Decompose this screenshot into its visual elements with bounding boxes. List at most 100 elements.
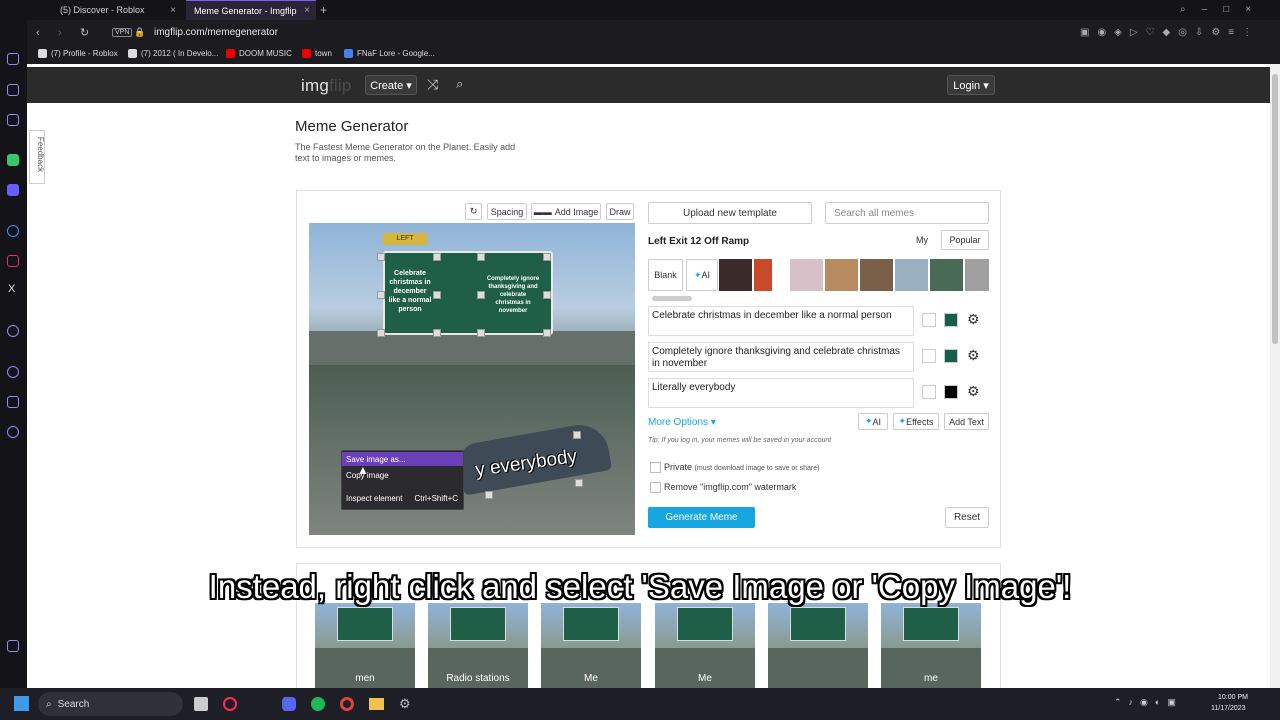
messenger-icon[interactable]: [7, 225, 19, 237]
text-box-3[interactable]: Literally everybody: [648, 378, 914, 408]
gallery-thumb[interactable]: Radio stations: [428, 603, 528, 689]
gallery-thumb[interactable]: [768, 603, 868, 689]
taskbar-search[interactable]: ⌕ Search: [38, 692, 183, 716]
resize-handle[interactable]: [485, 491, 493, 499]
clock-time[interactable]: 10:00 PM: [1218, 694, 1248, 701]
resize-handle[interactable]: [543, 253, 551, 261]
text-color-swatch[interactable]: [944, 385, 958, 399]
search-memes-input[interactable]: Search all memes: [825, 202, 989, 224]
sidebar-icon[interactable]: [7, 325, 19, 337]
ai-text-button[interactable]: ✦ AI: [858, 413, 888, 430]
settings-icon[interactable]: ⚙: [399, 696, 411, 712]
resize-handle[interactable]: [575, 479, 583, 487]
window-controls[interactable]: ⌕–□×: [1180, 4, 1267, 15]
x-icon[interactable]: X: [8, 283, 15, 295]
draw-button[interactable]: Draw: [606, 203, 634, 220]
spotify-icon[interactable]: [311, 697, 325, 711]
sidebar-icon[interactable]: [7, 84, 19, 96]
text-color-swatch[interactable]: [944, 313, 958, 327]
gallery-thumb[interactable]: men: [315, 603, 415, 689]
vpn-badge[interactable]: VPN: [112, 28, 133, 37]
template-thumb[interactable]: [895, 259, 928, 291]
template-thumb[interactable]: [930, 259, 963, 291]
box-icon[interactable]: [7, 396, 19, 408]
effects-button[interactable]: ✦ Effects: [893, 413, 939, 430]
template-thumb[interactable]: [965, 259, 989, 291]
sidebar-icon[interactable]: [7, 53, 19, 65]
gear-icon[interactable]: ⚙: [967, 311, 980, 328]
search-icon[interactable]: ⌕: [456, 76, 463, 92]
whatsapp-icon[interactable]: [7, 154, 19, 166]
clock-date[interactable]: 11/17/2023: [1211, 705, 1246, 712]
text-box-1[interactable]: Celebrate christmas in december like a n…: [648, 306, 914, 336]
instagram-icon[interactable]: [7, 255, 19, 267]
taskbar-app-icon[interactable]: [194, 697, 208, 711]
resize-handle[interactable]: [477, 291, 485, 299]
resize-handle[interactable]: [543, 329, 551, 337]
private-checkbox[interactable]: [650, 462, 661, 473]
more-options-link[interactable]: More Options ▾: [648, 417, 716, 428]
resize-handle[interactable]: [377, 253, 385, 261]
imgflip-logo[interactable]: imgflip: [301, 76, 352, 96]
close-icon[interactable]: ×: [304, 5, 310, 16]
ai-template-button[interactable]: ✦ AI: [686, 259, 718, 291]
opera-gx-icon[interactable]: [223, 697, 237, 711]
resize-handle[interactable]: [477, 329, 485, 337]
back-icon[interactable]: ‹: [36, 27, 40, 39]
outline-color-swatch[interactable]: [922, 313, 936, 327]
spacing-button[interactable]: Spacing: [487, 203, 527, 220]
gallery-thumb[interactable]: Me: [541, 603, 641, 689]
folder-icon[interactable]: [369, 698, 384, 710]
close-icon[interactable]: ×: [170, 5, 176, 16]
tab-roblox[interactable]: (5) Discover - Roblox ×: [52, 0, 182, 20]
bookmark-roblox[interactable]: (7) Profile - Roblox: [38, 49, 118, 58]
sidebar-icon[interactable]: [7, 184, 19, 196]
gear-icon[interactable]: ⚙: [967, 383, 980, 400]
url-field[interactable]: imgflip.com/memegenerator: [154, 27, 278, 38]
sidebar-icon[interactable]: [7, 114, 19, 126]
resize-handle[interactable]: [543, 291, 551, 299]
chrome-icon[interactable]: [340, 697, 354, 711]
shuffle-icon[interactable]: ⤨: [427, 76, 438, 93]
resize-handle[interactable]: [377, 291, 385, 299]
tab-my[interactable]: My: [908, 230, 936, 250]
resize-handle[interactable]: [433, 291, 441, 299]
template-thumb[interactable]: [790, 259, 823, 291]
generate-meme-button[interactable]: Generate Meme: [648, 507, 755, 528]
inspect-menu-item[interactable]: Inspect element Ctrl+Shift+C: [342, 491, 463, 505]
resize-handle[interactable]: [377, 329, 385, 337]
bookmark-2012[interactable]: (7) 2012 ( In Develo...: [128, 49, 218, 58]
add-image-button[interactable]: ▬▬ Add Image: [531, 203, 601, 220]
create-button[interactable]: Create ▾: [365, 75, 417, 95]
discord-icon[interactable]: [282, 697, 296, 711]
sidebar-icon[interactable]: [7, 640, 19, 652]
template-thumb[interactable]: [719, 259, 752, 291]
login-button[interactable]: Login ▾: [947, 75, 995, 95]
text-color-swatch[interactable]: [944, 349, 958, 363]
bookmark-fnaf[interactable]: FNaF Lore - Google...: [344, 49, 435, 58]
forward-icon[interactable]: ›: [58, 27, 62, 39]
gallery-thumb[interactable]: Me: [655, 603, 755, 689]
scrollbar-thumb[interactable]: [1272, 74, 1278, 344]
add-text-button[interactable]: Add Text: [944, 413, 989, 430]
reload-icon[interactable]: ↻: [80, 26, 89, 39]
text-box-2[interactable]: Completely ignore thanksgiving and celeb…: [648, 342, 914, 372]
meme-text-left[interactable]: Celebrate christmas in december like a n…: [387, 269, 433, 314]
template-thumb[interactable]: [825, 259, 858, 291]
thumb-scrollbar[interactable]: [652, 296, 692, 301]
resize-handle[interactable]: [573, 431, 581, 439]
template-thumb[interactable]: [754, 259, 772, 291]
tray-icons[interactable]: ⌃♪◉◐▣: [1114, 697, 1183, 708]
gallery-thumb[interactable]: me: [881, 603, 981, 689]
blank-template-button[interactable]: Blank: [648, 259, 683, 291]
resize-handle[interactable]: [433, 253, 441, 261]
windows-start-icon[interactable]: [14, 696, 29, 711]
resize-handle[interactable]: [433, 329, 441, 337]
tab-imgflip[interactable]: Meme Generator - Imgflip ×: [186, 0, 316, 20]
outline-color-swatch[interactable]: [922, 385, 936, 399]
upload-template-button[interactable]: Upload new template: [648, 202, 812, 224]
watermark-checkbox[interactable]: [650, 482, 661, 493]
meme-text-right[interactable]: Completely ignore thanksgiving and celeb…: [485, 275, 541, 315]
extension-icons[interactable]: ▣◉◈▷♡◆◎⇩⚙≡⋮: [1080, 27, 1260, 38]
rotate-button[interactable]: ↻: [465, 203, 482, 220]
